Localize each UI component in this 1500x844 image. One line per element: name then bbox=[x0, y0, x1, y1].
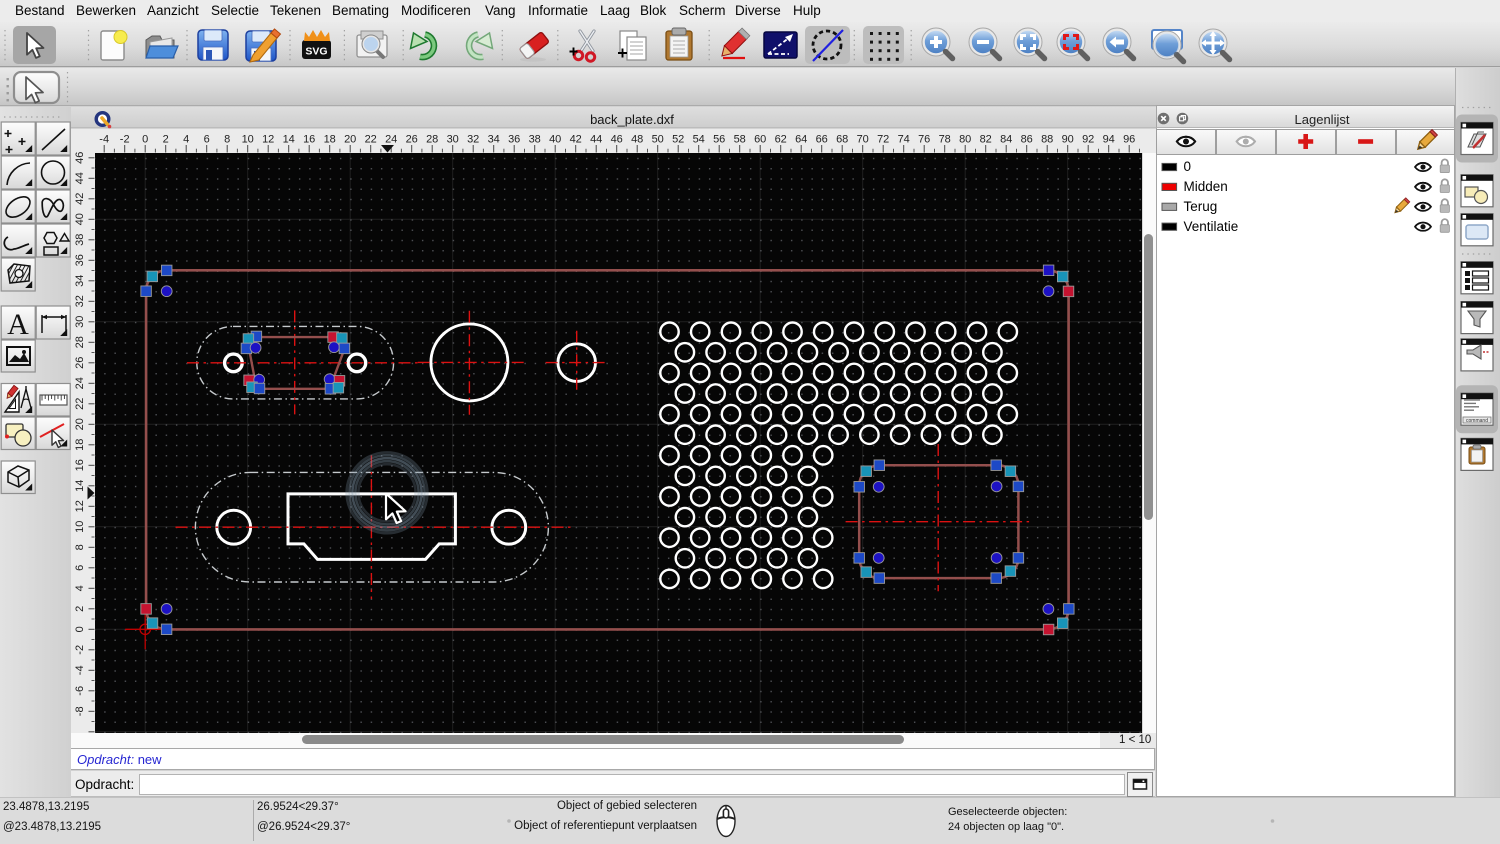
svg-text:32: 32 bbox=[74, 295, 86, 307]
svg-text:-4: -4 bbox=[74, 665, 86, 675]
svg-text:90: 90 bbox=[1062, 134, 1074, 146]
svg-text:62: 62 bbox=[775, 134, 787, 146]
svg-text:-8: -8 bbox=[74, 706, 86, 716]
svg-text:94: 94 bbox=[1103, 134, 1115, 146]
svg-text:20: 20 bbox=[344, 134, 356, 146]
svg-text:38: 38 bbox=[529, 134, 541, 146]
svg-text:66: 66 bbox=[816, 134, 828, 146]
svg-text:6: 6 bbox=[74, 565, 86, 571]
svg-text:54: 54 bbox=[693, 134, 705, 146]
svg-text:22: 22 bbox=[74, 398, 86, 410]
svg-text:34: 34 bbox=[488, 134, 500, 146]
svg-text:26: 26 bbox=[74, 357, 86, 369]
svg-text:68: 68 bbox=[836, 134, 848, 146]
svg-text:28: 28 bbox=[426, 134, 438, 146]
svg-text:30: 30 bbox=[74, 316, 86, 328]
svg-text:88: 88 bbox=[1041, 134, 1053, 146]
svg-text:-6: -6 bbox=[74, 686, 86, 696]
svg-text:10: 10 bbox=[242, 134, 254, 146]
svg-text:78: 78 bbox=[939, 134, 951, 146]
svg-text:-4: -4 bbox=[99, 134, 109, 146]
svg-text:72: 72 bbox=[877, 134, 889, 146]
svg-text:command: command bbox=[1466, 418, 1488, 424]
svg-text:24: 24 bbox=[385, 134, 397, 146]
svg-text:80: 80 bbox=[959, 134, 971, 146]
svg-text:26: 26 bbox=[406, 134, 418, 146]
svg-text:36: 36 bbox=[74, 254, 86, 266]
svg-text:-2: -2 bbox=[120, 134, 130, 146]
svg-text:10: 10 bbox=[74, 521, 86, 533]
svg-text:8: 8 bbox=[224, 134, 230, 146]
svg-text:96: 96 bbox=[1123, 134, 1135, 146]
svg-text:34: 34 bbox=[74, 275, 86, 287]
svg-text:22: 22 bbox=[365, 134, 377, 146]
svg-text:76: 76 bbox=[918, 134, 930, 146]
svg-text:50: 50 bbox=[652, 134, 664, 146]
svg-text:18: 18 bbox=[74, 439, 86, 451]
svg-text:30: 30 bbox=[447, 134, 459, 146]
svg-text:8: 8 bbox=[74, 544, 86, 550]
svg-text:14: 14 bbox=[283, 134, 295, 146]
svg-text:36: 36 bbox=[508, 134, 520, 146]
svg-text:42: 42 bbox=[74, 193, 86, 205]
svg-text:42: 42 bbox=[570, 134, 582, 146]
svg-text:12: 12 bbox=[262, 134, 274, 146]
svg-text:2: 2 bbox=[74, 606, 86, 612]
svg-text:44: 44 bbox=[590, 134, 602, 146]
svg-text:82: 82 bbox=[980, 134, 992, 146]
svg-text:A: A bbox=[7, 308, 29, 341]
svg-text:48: 48 bbox=[631, 134, 643, 146]
svg-text:6: 6 bbox=[204, 134, 210, 146]
svg-text:70: 70 bbox=[857, 134, 869, 146]
svg-text:64: 64 bbox=[795, 134, 807, 146]
svg-text:16: 16 bbox=[303, 134, 315, 146]
svg-text:44: 44 bbox=[74, 172, 86, 184]
svg-text:20: 20 bbox=[74, 418, 86, 430]
svg-text:0: 0 bbox=[142, 134, 148, 146]
svg-text:12: 12 bbox=[74, 500, 86, 512]
svg-text:18: 18 bbox=[324, 134, 336, 146]
svg-text:SVG: SVG bbox=[305, 46, 327, 58]
svg-text:86: 86 bbox=[1021, 134, 1033, 146]
svg-text:-2: -2 bbox=[74, 645, 86, 655]
svg-text:0: 0 bbox=[74, 626, 86, 632]
svg-text:40: 40 bbox=[74, 213, 86, 225]
svg-text:4: 4 bbox=[74, 585, 86, 591]
svg-text:58: 58 bbox=[734, 134, 746, 146]
svg-text:14: 14 bbox=[74, 480, 86, 492]
svg-text:2: 2 bbox=[163, 134, 169, 146]
svg-text:60: 60 bbox=[754, 134, 766, 146]
svg-text:16: 16 bbox=[74, 459, 86, 471]
svg-text:84: 84 bbox=[1000, 134, 1012, 146]
svg-text:74: 74 bbox=[898, 134, 910, 146]
svg-text:52: 52 bbox=[672, 134, 684, 146]
svg-text:40: 40 bbox=[549, 134, 561, 146]
svg-text:24: 24 bbox=[74, 377, 86, 389]
svg-text:38: 38 bbox=[74, 234, 86, 246]
svg-text:92: 92 bbox=[1082, 134, 1094, 146]
svg-text:32: 32 bbox=[467, 134, 479, 146]
svg-text:4: 4 bbox=[183, 134, 189, 146]
svg-text:56: 56 bbox=[713, 134, 725, 146]
svg-text:46: 46 bbox=[74, 152, 86, 164]
svg-text:28: 28 bbox=[74, 336, 86, 348]
svg-text:46: 46 bbox=[611, 134, 623, 146]
